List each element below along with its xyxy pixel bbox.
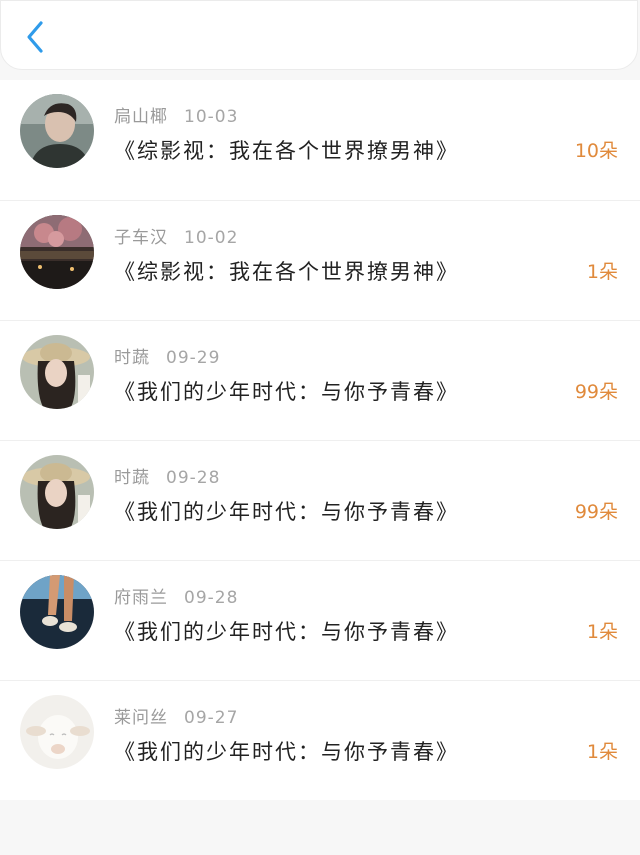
list-item[interactable]: 时蔬 09-29 《我们的少年时代：与你予青春》 99朵 bbox=[0, 320, 640, 440]
flower-count: 1朵 bbox=[586, 621, 618, 643]
book-title: 《我们的少年时代：与你予青春》 bbox=[114, 620, 459, 644]
user-name: 莱问丝 bbox=[114, 708, 168, 728]
date: 09-28 bbox=[184, 588, 239, 608]
avatar-scenery-image bbox=[20, 215, 94, 289]
book-title: 《综影视：我在各个世界撩男神》 bbox=[114, 260, 459, 284]
list-item[interactable]: 莱问丝 09-27 《我们的少年时代：与你予青春》 1朵 bbox=[0, 680, 640, 800]
book-title: 《我们的少年时代：与你予青春》 bbox=[114, 500, 459, 524]
user-name: 时蔬 bbox=[114, 468, 150, 488]
avatar-girl-hat-image bbox=[20, 455, 94, 529]
user-name: 时蔬 bbox=[114, 348, 150, 368]
date: 09-27 bbox=[184, 708, 239, 728]
book-title: 《我们的少年时代：与你予青春》 bbox=[114, 740, 459, 764]
chevron-left-icon bbox=[27, 21, 43, 53]
flower-count: 99朵 bbox=[574, 381, 618, 403]
avatar[interactable] bbox=[20, 94, 94, 168]
top-bar bbox=[0, 0, 638, 70]
list-item[interactable]: 府雨兰 09-28 《我们的少年时代：与你予青春》 1朵 bbox=[0, 560, 640, 680]
date: 09-28 bbox=[166, 468, 221, 488]
avatar-legs-image bbox=[20, 575, 94, 649]
date: 10-02 bbox=[184, 228, 239, 248]
avatar[interactable] bbox=[20, 215, 94, 289]
avatar[interactable] bbox=[20, 455, 94, 529]
date: 09-29 bbox=[166, 348, 221, 368]
list-item[interactable]: 时蔬 09-28 《我们的少年时代：与你予青春》 99朵 bbox=[0, 440, 640, 560]
book-title: 《综影视：我在各个世界撩男神》 bbox=[114, 139, 459, 163]
flower-count: 99朵 bbox=[574, 501, 618, 523]
avatar[interactable] bbox=[20, 335, 94, 409]
user-name: 府雨兰 bbox=[114, 588, 168, 608]
avatar-lamb-image bbox=[20, 695, 94, 769]
avatar-man-image bbox=[20, 94, 94, 168]
avatar[interactable] bbox=[20, 575, 94, 649]
back-button[interactable] bbox=[19, 17, 55, 57]
avatar-girl-hat-image bbox=[20, 335, 94, 409]
date: 10-03 bbox=[184, 107, 239, 127]
user-name: 扃山椰 bbox=[114, 107, 168, 127]
flower-count: 1朵 bbox=[586, 261, 618, 283]
gift-record-list: 扃山椰 10-03 《综影视：我在各个世界撩男神》 10朵 子车汉 10-02 《综… bbox=[0, 80, 640, 800]
flower-count: 10朵 bbox=[574, 140, 618, 162]
list-item[interactable]: 扃山椰 10-03 《综影视：我在各个世界撩男神》 10朵 bbox=[0, 80, 640, 200]
flower-count: 1朵 bbox=[586, 741, 618, 763]
avatar[interactable] bbox=[20, 695, 94, 769]
list-item[interactable]: 子车汉 10-02 《综影视：我在各个世界撩男神》 1朵 bbox=[0, 200, 640, 320]
book-title: 《我们的少年时代：与你予青春》 bbox=[114, 380, 459, 404]
user-name: 子车汉 bbox=[114, 228, 168, 248]
